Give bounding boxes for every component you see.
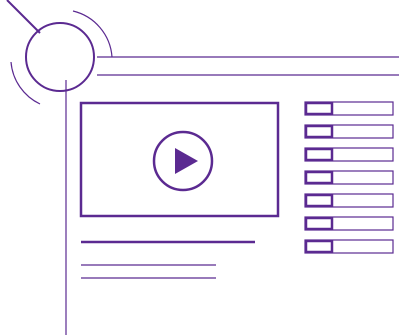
circle-magnifier-icon <box>6 0 113 105</box>
playlist-item[interactable] <box>304 193 394 208</box>
playlist-item-thumbnail <box>304 239 334 254</box>
video-description <box>81 240 255 279</box>
playlist-item[interactable] <box>304 147 394 162</box>
video-player[interactable] <box>79 101 280 218</box>
magnifier-outer-arc-lower <box>10 61 41 105</box>
window-frame <box>65 56 399 335</box>
video-player-illustration <box>6 0 399 335</box>
playlist-item-thumbnail <box>304 216 334 231</box>
playlist-item-thumbnail <box>304 124 334 139</box>
playlist-item[interactable] <box>304 124 394 139</box>
magnifier-inner-ring <box>25 22 95 92</box>
play-triangle-icon[interactable] <box>175 148 198 174</box>
playlist-item[interactable] <box>304 216 394 231</box>
playlist-item[interactable] <box>304 101 394 116</box>
playlist <box>304 101 394 254</box>
playlist-item[interactable] <box>304 170 394 185</box>
playlist-item-thumbnail <box>304 170 334 185</box>
playlist-item-thumbnail <box>304 193 334 208</box>
playlist-item[interactable] <box>304 239 394 254</box>
playlist-item-thumbnail <box>304 101 334 116</box>
magnifier-handle <box>6 0 41 34</box>
playlist-item-thumbnail <box>304 147 334 162</box>
